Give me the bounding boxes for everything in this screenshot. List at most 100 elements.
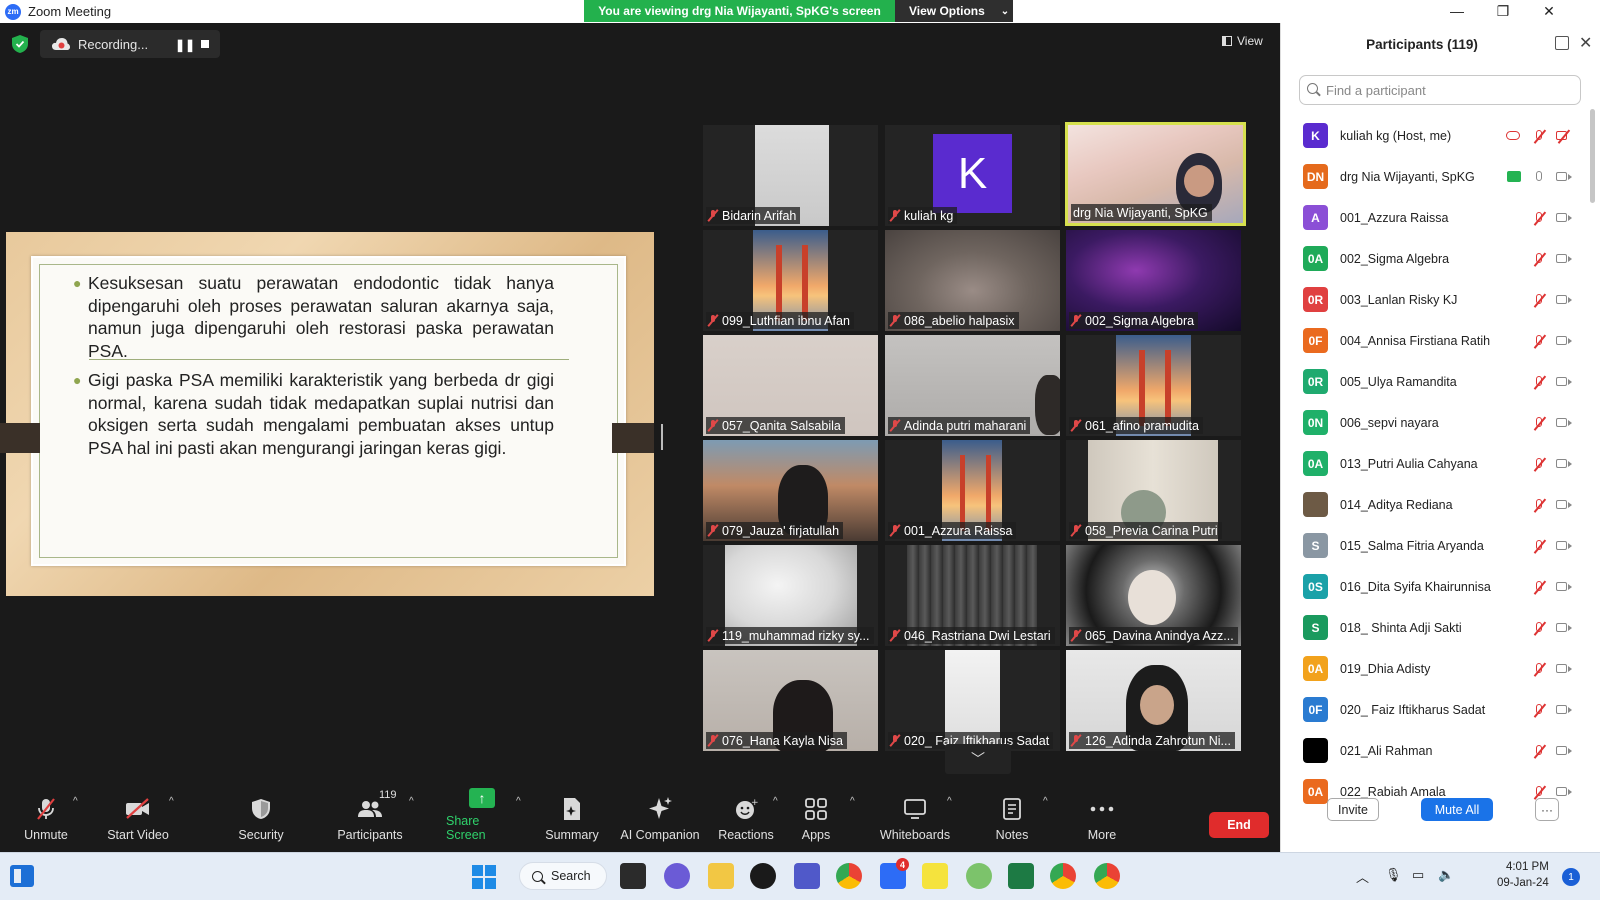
green-app-icon[interactable]	[966, 863, 992, 889]
mic-muted-icon[interactable]	[1532, 375, 1548, 389]
mic-on-icon[interactable]	[1532, 170, 1548, 184]
share-options-caret[interactable]: ^	[516, 796, 521, 807]
summary-button[interactable]: Summary	[544, 786, 600, 852]
reactions-button[interactable]: + Reactions	[718, 786, 774, 852]
participant-row[interactable]: 0S 016_Dita Syifa Khairunnisa	[1281, 566, 1587, 607]
mic-muted-icon[interactable]	[1532, 703, 1548, 717]
widgets-icon[interactable]	[10, 865, 34, 887]
pause-recording-button[interactable]: ❚❚	[175, 38, 195, 52]
video-tile[interactable]: 001_Azzura Raissa	[885, 440, 1060, 541]
notes-options-caret[interactable]: ^	[1043, 796, 1048, 807]
participant-search-input[interactable]	[1299, 75, 1581, 105]
microphone-tray-icon[interactable]: 🎙	[1385, 867, 1402, 883]
mic-muted-icon[interactable]	[1532, 744, 1548, 758]
excel-icon[interactable]	[1008, 863, 1034, 889]
mic-muted-icon[interactable]	[1532, 211, 1548, 225]
video-tile[interactable]: 086_abelio halpasix	[885, 230, 1060, 331]
sticky-notes-icon[interactable]	[922, 863, 948, 889]
video-camera-icon[interactable]	[1556, 662, 1572, 676]
video-camera-icon[interactable]	[1556, 170, 1572, 184]
video-tile[interactable]: Adinda putri maharani	[885, 335, 1060, 436]
whiteboards-button[interactable]: Whiteboards	[880, 786, 950, 852]
participant-row[interactable]: 0A 019_Dhia Adisty	[1281, 648, 1587, 689]
zoom-taskbar-icon[interactable]: 4	[880, 858, 909, 889]
video-camera-icon[interactable]	[1556, 375, 1572, 389]
video-tile[interactable]: 076_Hana Kayla Nisa	[703, 650, 878, 751]
mute-all-button[interactable]: Mute All	[1421, 798, 1493, 821]
mic-muted-icon[interactable]	[1532, 252, 1548, 266]
video-camera-icon[interactable]	[1556, 334, 1572, 348]
panel-resize-handle[interactable]	[661, 424, 663, 450]
mic-muted-icon[interactable]	[1532, 457, 1548, 471]
whiteboards-options-caret[interactable]: ^	[947, 796, 952, 807]
participant-row[interactable]: DN drg Nia Wijayanti, SpKG	[1281, 156, 1587, 197]
reactions-options-caret[interactable]: ^	[773, 796, 778, 807]
network-icon[interactable]: ▭	[1412, 867, 1424, 883]
mic-muted-icon[interactable]	[1532, 498, 1548, 512]
chrome-profile-2-icon[interactable]	[1094, 863, 1120, 889]
participant-row[interactable]: 0F 004_Annisa Firstiana Ratih	[1281, 320, 1587, 361]
audio-options-caret[interactable]: ^	[73, 796, 78, 807]
video-tile[interactable]: 002_Sigma Algebra	[1066, 230, 1241, 331]
system-clock[interactable]: 4:01 PM 09-Jan-24	[1497, 859, 1549, 891]
participant-row[interactable]: 021_Ali Rahman	[1281, 730, 1587, 771]
video-tile[interactable]: 058_Previa Carina Putri	[1066, 440, 1241, 541]
start-video-button[interactable]: Start Video	[106, 786, 170, 852]
participant-row[interactable]: 0N 006_sepvi nayara	[1281, 402, 1587, 443]
video-tile[interactable]: 061_afino pramudita	[1066, 335, 1241, 436]
mic-muted-icon[interactable]	[1532, 580, 1548, 594]
video-tile[interactable]: 099_Luthfian ibnu Afan	[703, 230, 878, 331]
apps-options-caret[interactable]: ^	[850, 796, 855, 807]
teams-icon[interactable]	[794, 863, 820, 889]
video-tile[interactable]: 126_Adinda Zahrotun Ni...	[1066, 650, 1241, 751]
video-camera-icon[interactable]	[1556, 580, 1572, 594]
ai-companion-button[interactable]: AI Companion	[618, 786, 702, 852]
participants-options-caret[interactable]: ^	[409, 796, 414, 807]
mic-muted-icon[interactable]	[1532, 416, 1548, 430]
video-camera-icon[interactable]	[1556, 293, 1572, 307]
participant-row[interactable]: S 015_Salma Fitria Aryanda	[1281, 525, 1587, 566]
video-camera-icon[interactable]	[1556, 703, 1572, 717]
participants-button[interactable]: 119 Participants	[336, 786, 404, 852]
video-tile[interactable]: Bidarin Arifah	[703, 125, 878, 226]
participant-row[interactable]: A 001_Azzura Raissa	[1281, 197, 1587, 238]
mic-muted-icon[interactable]	[1532, 539, 1548, 553]
video-camera-icon[interactable]	[1556, 539, 1572, 553]
minimize-button[interactable]: —	[1434, 0, 1480, 22]
file-explorer-icon[interactable]	[708, 863, 734, 889]
invite-button[interactable]: Invite	[1327, 798, 1379, 821]
video-tile[interactable]: 046_Rastriana Dwi Lestari	[885, 545, 1060, 646]
video-camera-icon[interactable]	[1556, 457, 1572, 471]
task-view-icon[interactable]	[620, 863, 646, 889]
video-tile-active-speaker[interactable]: drg Nia Wijayanti, SpKG	[1065, 122, 1246, 226]
view-button[interactable]: View	[1222, 34, 1263, 48]
close-window-button[interactable]: ✕	[1526, 0, 1572, 22]
end-meeting-button[interactable]: End	[1209, 812, 1269, 838]
stop-recording-button[interactable]	[201, 40, 209, 48]
participant-row[interactable]: 0R 003_Lanlan Risky KJ	[1281, 279, 1587, 320]
tray-overflow-chevron-icon[interactable]: ︿	[1356, 867, 1369, 886]
video-options-caret[interactable]: ^	[169, 796, 174, 807]
video-tile[interactable]: 020_ Faiz Iftikharus Sadat	[885, 650, 1060, 751]
participant-row[interactable]: 014_Aditya Rediana	[1281, 484, 1587, 525]
chrome-profile-icon[interactable]	[1050, 863, 1076, 889]
windows-start-icon[interactable]	[472, 865, 496, 889]
participant-row[interactable]: 0F 020_ Faiz Iftikharus Sadat	[1281, 689, 1587, 730]
video-camera-icon[interactable]	[1556, 498, 1572, 512]
video-camera-icon[interactable]	[1556, 211, 1572, 225]
video-tile[interactable]: K kuliah kg	[885, 125, 1060, 226]
video-camera-icon[interactable]	[1556, 621, 1572, 635]
eye-app-icon[interactable]	[750, 863, 776, 889]
more-button[interactable]: More	[1082, 786, 1122, 852]
apps-button[interactable]: Apps	[796, 786, 836, 852]
participant-list-scrollbar[interactable]	[1590, 109, 1595, 203]
security-shield-icon[interactable]	[12, 35, 28, 53]
meet-chat-icon[interactable]	[664, 863, 690, 889]
participant-row[interactable]: K kuliah kg (Host, me)	[1281, 115, 1587, 156]
maximize-button[interactable]: ❐	[1480, 0, 1526, 22]
video-tile[interactable]: 119_muhammad rizky sy...	[703, 545, 878, 646]
participant-row[interactable]: 0A 002_Sigma Algebra	[1281, 238, 1587, 279]
chrome-icon[interactable]	[836, 863, 862, 889]
taskbar-search[interactable]: Search	[519, 862, 607, 890]
mic-muted-icon[interactable]	[1532, 334, 1548, 348]
